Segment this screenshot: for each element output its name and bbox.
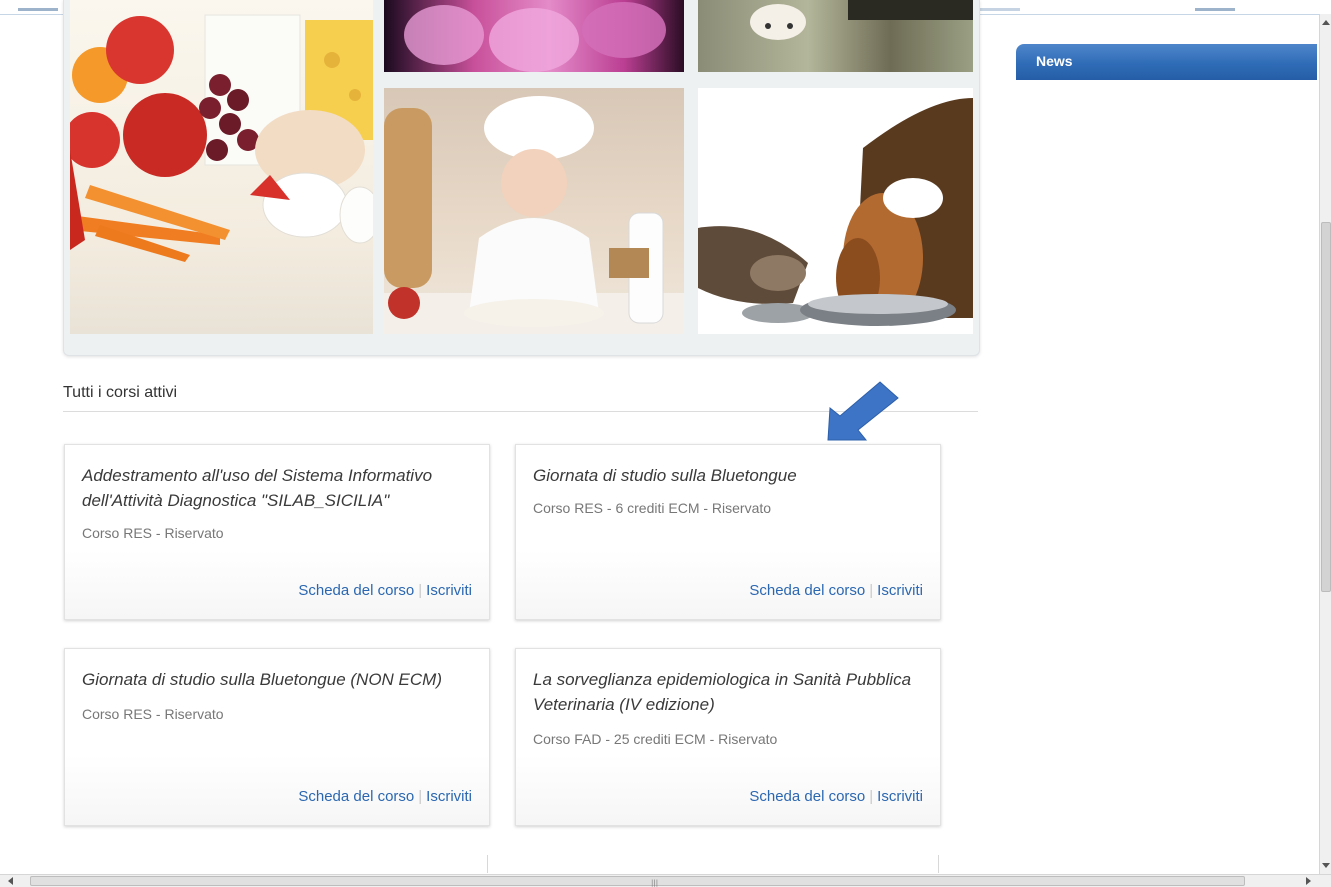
- vertical-scrollbar[interactable]: [1319, 14, 1331, 874]
- course-meta: Corso RES - Riservato: [82, 706, 224, 722]
- link-separator: |: [869, 582, 874, 599]
- section-title: Tutti i corsi attivi: [63, 384, 178, 401]
- banner-image-food: [70, 0, 373, 334]
- course-card: Giornata di studio sulla Bluetongue Cors…: [515, 444, 941, 620]
- scroll-down-icon[interactable]: [1322, 863, 1330, 868]
- horizontal-scrollbar-thumb[interactable]: |||: [30, 876, 1245, 887]
- vertical-scrollbar-thumb[interactable]: [1321, 222, 1331, 592]
- link-separator: |: [418, 788, 423, 805]
- link-separator: |: [418, 582, 423, 599]
- course-enroll-link[interactable]: Iscriviti: [426, 582, 472, 599]
- course-card-partial: [487, 855, 488, 873]
- course-enroll-link[interactable]: Iscriviti: [426, 788, 472, 805]
- course-links: Scheda del corso | Iscriviti: [298, 788, 472, 805]
- course-links: Scheda del corso | Iscriviti: [749, 582, 923, 599]
- scroll-up-icon[interactable]: [1322, 20, 1330, 25]
- course-title: Giornata di studio sulla Bluetongue (NON…: [82, 670, 442, 689]
- course-title: Giornata di studio sulla Bluetongue: [533, 466, 797, 485]
- course-meta: Corso RES - Riservato: [82, 525, 224, 541]
- horizontal-scrollbar[interactable]: |||: [0, 874, 1331, 887]
- hero-banner-collage: [63, 0, 980, 356]
- course-details-link[interactable]: Scheda del corso: [749, 582, 865, 599]
- banner-image-livestock: [698, 0, 973, 72]
- course-enroll-link[interactable]: Iscriviti: [877, 788, 923, 805]
- course-meta: Corso FAD - 25 crediti ECM - Riservato: [533, 731, 778, 747]
- course-card: Giornata di studio sulla Bluetongue (NON…: [64, 648, 490, 826]
- scroll-right-icon[interactable]: [1306, 877, 1311, 885]
- course-card: La sorveglianza epidemiologica in Sanità…: [515, 648, 941, 826]
- course-details-link[interactable]: Scheda del corso: [298, 582, 414, 599]
- course-links: Scheda del corso | Iscriviti: [749, 788, 923, 805]
- banner-image-pets: [698, 88, 973, 334]
- course-title: Addestramento all'uso del Sistema Inform…: [82, 466, 433, 510]
- course-details-link[interactable]: Scheda del corso: [749, 788, 865, 805]
- course-meta: Corso RES - 6 crediti ECM - Riservato: [533, 500, 772, 516]
- banner-image-cells: [384, 0, 684, 72]
- banner-image-baby-chef: [384, 88, 684, 334]
- scroll-left-icon[interactable]: [8, 877, 13, 885]
- arrow-down-left-icon: [827, 381, 899, 441]
- course-links: Scheda del corso | Iscriviti: [298, 582, 472, 599]
- news-title: News: [1036, 53, 1073, 69]
- course-card-partial: [938, 855, 939, 873]
- course-enroll-link[interactable]: Iscriviti: [877, 582, 923, 599]
- course-title: La sorveglianza epidemiologica in Sanità…: [533, 670, 912, 714]
- link-separator: |: [869, 788, 874, 805]
- course-details-link[interactable]: Scheda del corso: [298, 788, 414, 805]
- news-header[interactable]: News: [1016, 44, 1317, 80]
- course-card: Addestramento all'uso del Sistema Inform…: [64, 444, 490, 620]
